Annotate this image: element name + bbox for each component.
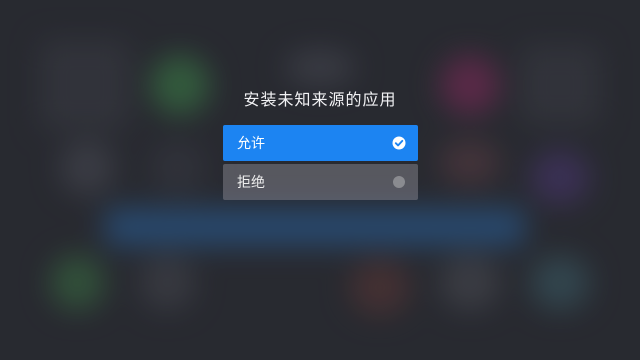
option-allow[interactable]: 允许 (223, 125, 418, 161)
install-unknown-sources-dialog: 安装未知来源的应用 允许 拒绝 (0, 0, 640, 360)
option-deny[interactable]: 拒绝 (223, 164, 418, 200)
radio-unselected-icon (393, 176, 405, 188)
option-allow-label: 允许 (237, 136, 265, 152)
check-circle-icon (392, 136, 406, 150)
dialog-title: 安装未知来源的应用 (243, 90, 397, 109)
option-deny-label: 拒绝 (237, 175, 265, 191)
screen: 安装未知来源的应用 允许 拒绝 (0, 0, 640, 360)
